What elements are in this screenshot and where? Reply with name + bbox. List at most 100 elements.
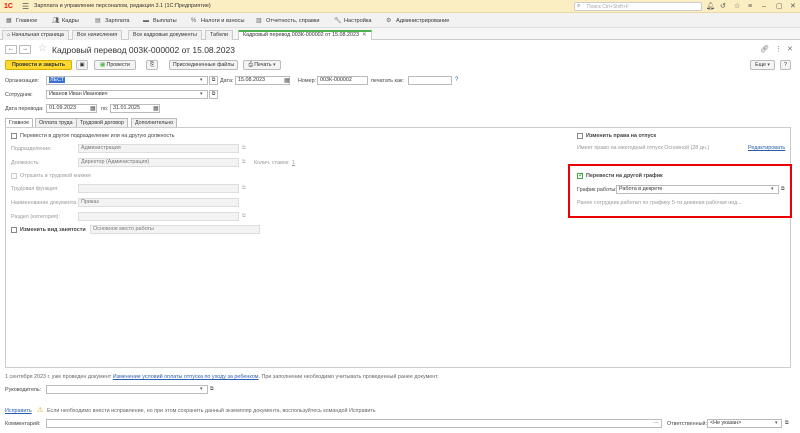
function-field[interactable] (78, 184, 239, 193)
fix-text: Если необходимо внести исправление, но п… (47, 408, 376, 414)
close-app-icon[interactable]: ✕ (790, 2, 796, 11)
schedule-checkbox[interactable] (577, 171, 584, 179)
employee-dropdown-icon[interactable]: ▾ (200, 91, 203, 97)
menu-lines-icon[interactable]: ≡ (748, 2, 752, 11)
dept-open-icon[interactable]: ⧉ (242, 145, 246, 151)
save-icon: ▣ (79, 62, 85, 68)
tab-transfer-doc[interactable]: Кадровый перевод 003К-000002 от 15.08.20… (238, 30, 372, 40)
search-icon: ⌕ (577, 3, 581, 9)
menu-payments[interactable]: ▬ Выплаты (143, 16, 177, 26)
employee-field[interactable]: Иванов Иван Иванович (46, 90, 208, 99)
schedule-dropdown-icon[interactable]: ▾ (771, 186, 774, 192)
search-input[interactable]: ⌕ Поиск Ctrl+Shift+F (574, 2, 702, 11)
back-button[interactable]: ← (5, 45, 17, 54)
history-icon[interactable]: ↺ (720, 2, 726, 11)
schedule-field[interactable]: Работа в декрете (616, 185, 779, 194)
search-placeholder: Поиск Ctrl+Shift+F (587, 4, 629, 10)
vacation-checkbox[interactable] (577, 133, 583, 139)
manager-label: Руководитель: (5, 387, 42, 393)
menu-hr[interactable]: 👥︎ Кадры (52, 16, 79, 26)
help-question-icon[interactable]: ? (455, 77, 458, 83)
position-open-icon[interactable]: ⧉ (242, 159, 246, 165)
wallet-icon: ▬ (143, 18, 149, 24)
forward-button[interactable]: → (19, 45, 31, 54)
posted-notice: 1 сентября 2023 г. уже проведен документ… (5, 374, 439, 380)
minimize-icon[interactable]: – (762, 2, 766, 11)
comment-expand-icon[interactable]: … (653, 419, 659, 425)
post-button[interactable]: ▦ Провести (94, 60, 136, 70)
workbook-checkbox-label: Отразить в трудовой книжке (20, 173, 91, 179)
more-button[interactable]: Еще ▾ (750, 60, 775, 70)
bell-icon[interactable]: 🔔︎ (706, 2, 715, 11)
calendar-icon[interactable]: ▦ (284, 77, 290, 84)
tab-timesheets[interactable]: Табели (205, 30, 234, 40)
post-and-close-button[interactable]: Провести и закрыть (5, 60, 72, 70)
print-as-field[interactable] (408, 76, 452, 85)
dept-field[interactable]: Администрация (78, 144, 239, 153)
manager-field[interactable] (46, 385, 208, 394)
vacation-edit-link[interactable]: Редактировать (748, 145, 785, 151)
more-vertical-icon[interactable]: ⋮ (775, 45, 782, 53)
app-title: Зарплата и управление персоналом, редакц… (34, 3, 211, 9)
fix-link[interactable]: Исправить (5, 408, 32, 414)
comment-field[interactable] (46, 419, 662, 428)
responsible-dropdown-icon[interactable]: ▾ (775, 420, 778, 426)
help-button[interactable]: ? (780, 60, 791, 70)
number-field[interactable]: 003К-000002 (317, 76, 368, 85)
employment-checkbox[interactable] (11, 227, 17, 233)
attach-button[interactable]: ⎘ (146, 60, 158, 70)
responsible-field[interactable]: <Не указан> (707, 419, 782, 428)
menu-reports[interactable]: ▥ Отчетность, справки (256, 16, 320, 26)
calendar-icon[interactable]: ▦ (153, 105, 159, 112)
manager-dropdown-icon[interactable]: ▾ (200, 386, 203, 392)
favorite-star-icon[interactable]: ☆ (38, 43, 47, 54)
star-icon[interactable]: ☆ (734, 2, 740, 11)
calendar-icon[interactable]: ▦ (90, 105, 96, 112)
transfer-checkbox-label: Перевести в другое подразделение или на … (20, 133, 175, 139)
menu-salary[interactable]: ▤ Зарплата (95, 16, 130, 26)
comment-label: Комментарий: (5, 421, 41, 427)
close-doc-icon[interactable]: ✕ (787, 45, 793, 53)
docname-field[interactable]: Приказ (78, 198, 239, 207)
org-field[interactable]: ЛЕСТ (46, 76, 208, 85)
menu-admin[interactable]: ⚙ Администрирование (386, 16, 449, 26)
to-label: по: (101, 106, 109, 112)
tab-all-hr-docs[interactable]: Все кадровые документы (128, 30, 202, 40)
people-icon: 👥︎ (52, 18, 60, 24)
attached-files-button[interactable]: Присоединенные файлы (169, 60, 238, 70)
workbook-checkbox[interactable] (11, 173, 17, 179)
employee-open-icon[interactable]: ⧉ (209, 90, 218, 99)
wrench-icon: 🔧︎ (334, 18, 342, 24)
schedule-label: График работы: (577, 187, 617, 193)
menu-main[interactable]: ▦ Главное (6, 16, 37, 26)
save-button[interactable]: ▣ (76, 60, 88, 70)
maximize-icon[interactable]: ▢ (776, 2, 783, 11)
close-tab-icon[interactable]: ✕ (362, 32, 367, 38)
tab-all-accruals[interactable]: Все начисления (72, 30, 123, 40)
menu-taxes[interactable]: % Налоги и взносы (191, 16, 244, 26)
main-menu-icon[interactable]: ☰ (22, 2, 29, 11)
org-dropdown-icon[interactable]: ▾ (200, 77, 203, 83)
menu-settings[interactable]: 🔧︎ Настройка (334, 16, 372, 26)
rate-label: Колич. ставок: (254, 160, 290, 166)
function-open-icon[interactable]: ⧉ (242, 185, 246, 191)
org-open-icon[interactable]: ⧉ (209, 76, 218, 85)
responsible-open-icon[interactable]: ⧉ (785, 420, 789, 426)
employment-field[interactable]: Основное место работы (90, 225, 260, 234)
transfer-checkbox[interactable] (11, 133, 17, 139)
rate-value[interactable]: 1 (292, 160, 295, 166)
manager-open-icon[interactable]: ⧉ (210, 386, 214, 392)
tab-home[interactable]: ⌂ Начальная страница (2, 30, 69, 40)
link-icon[interactable]: 🔗︎ (760, 45, 769, 53)
section-open-icon[interactable]: ⧉ (242, 213, 246, 219)
position-field[interactable]: Директор (Администрация) (78, 158, 239, 167)
warning-icon: ⚠ (37, 407, 44, 414)
posted-doc-link[interactable]: Изменение условий оплаты отпуска по уход… (113, 374, 259, 380)
date-field[interactable]: 15.08.2023 (235, 76, 290, 85)
schedule-open-icon[interactable]: ⧉ (781, 186, 785, 192)
section-field[interactable] (78, 212, 239, 221)
section-label: Раздел (категория): (11, 214, 60, 220)
responsible-label: Ответственный: (667, 421, 707, 427)
docname-label: Наименование документа: (11, 200, 78, 206)
print-button[interactable]: ⎙ Печать ▾ (243, 60, 281, 70)
